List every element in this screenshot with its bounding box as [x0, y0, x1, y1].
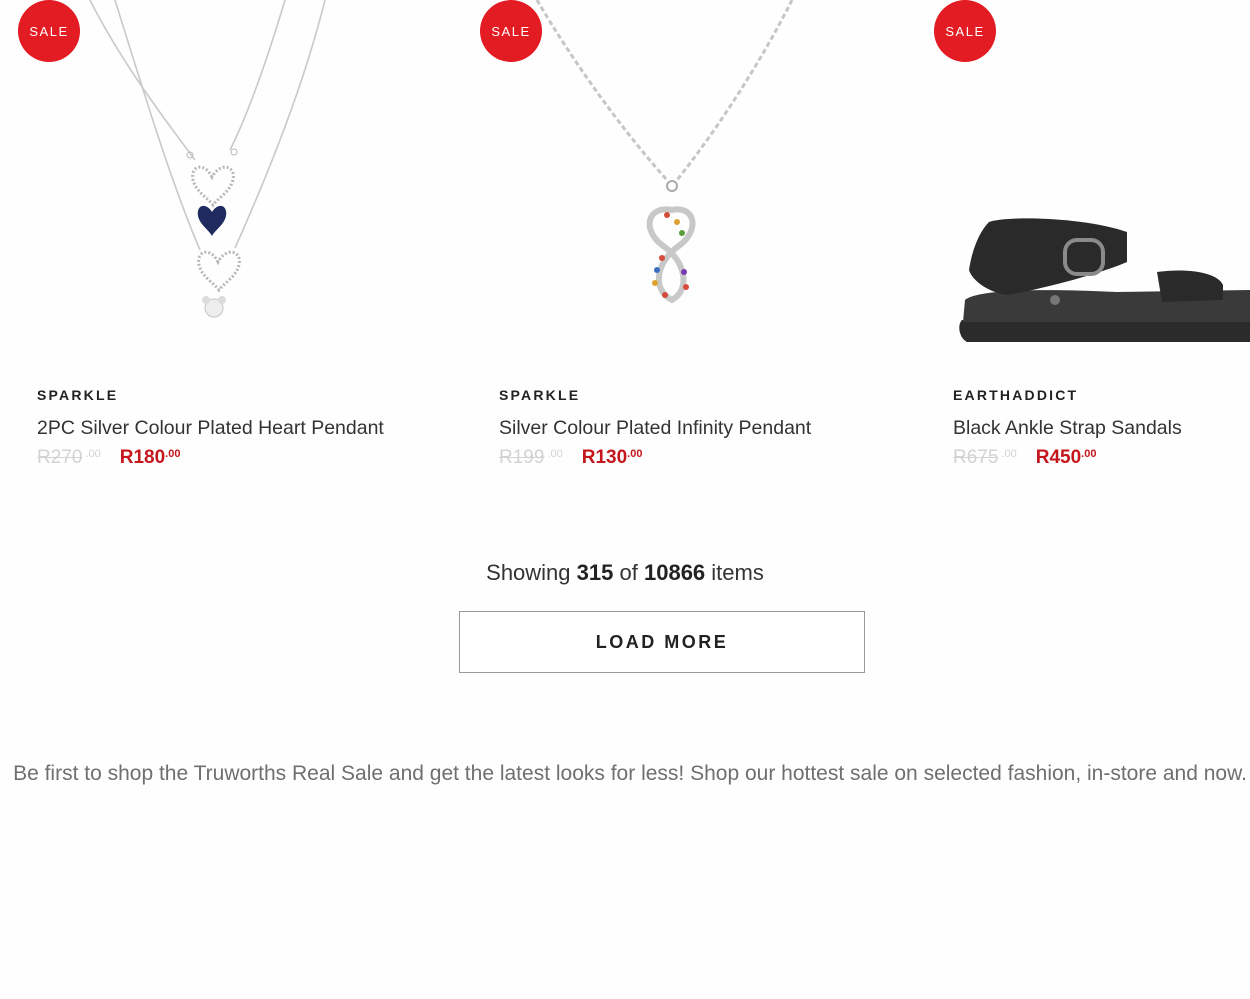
sale-badge: SALE	[480, 0, 542, 62]
promo-text: Be first to shop the Truworths Real Sale…	[13, 762, 1247, 785]
product-brand: SPARKLE	[499, 387, 581, 403]
product-brand: SPARKLE	[37, 387, 119, 403]
product-title[interactable]: Silver Colour Plated Infinity Pendant	[499, 417, 811, 440]
old-price: R270	[37, 447, 83, 468]
shown-count: 315	[576, 560, 614, 585]
sale-price: R130	[581, 447, 628, 468]
sale-badge: SALE	[18, 0, 80, 62]
old-price-cents: .00	[85, 448, 101, 460]
old-price: R199	[499, 447, 545, 468]
old-price-cents: .00	[1001, 448, 1017, 460]
product-prices: R270 .00 R180 .00	[37, 447, 180, 469]
items-count-text: Showing 315 of 10866 items	[0, 560, 1250, 586]
double-heart-necklace-image	[89, 0, 326, 318]
total-count: 10866	[643, 560, 706, 585]
sale-price-cents: .00	[165, 448, 181, 460]
product-card[interactable]: SALE EARTHADDICT Black Ankle Strap Sanda…	[917, 0, 1250, 500]
product-image[interactable]	[0, 0, 462, 365]
product-brand: EARTHADDICT	[953, 387, 1079, 403]
product-card[interactable]: SALE SPARKLE Silver Colour Plated Infini…	[462, 0, 917, 500]
product-grid: SALE SPARKLE 2PC Silver Colour Plated He…	[0, 0, 1250, 500]
items-word: items	[711, 560, 764, 585]
product-title[interactable]: 2PC Silver Colour Plated Heart Pendant	[37, 417, 384, 440]
old-price-cents: .00	[547, 448, 563, 460]
old-price: R675	[953, 447, 999, 468]
sale-badge: SALE	[934, 0, 996, 62]
load-more-button[interactable]: LOAD MORE	[459, 611, 865, 673]
of-word: of	[619, 560, 638, 585]
product-prices: R199 .00 R130 .00	[499, 447, 642, 469]
sale-price: R180	[119, 447, 166, 468]
product-prices: R675 .00 R450 .00	[953, 447, 1096, 469]
sale-price-cents: .00	[627, 448, 643, 460]
showing-prefix: Showing	[486, 560, 571, 585]
product-card[interactable]: SALE SPARKLE 2PC Silver Colour Plated He…	[0, 0, 462, 500]
sale-price: R450	[1035, 447, 1082, 468]
product-title[interactable]: Black Ankle Strap Sandals	[953, 417, 1182, 440]
sale-price-cents: .00	[1081, 448, 1097, 460]
page: SALE SPARKLE 2PC Silver Colour Plated He…	[0, 0, 1250, 999]
